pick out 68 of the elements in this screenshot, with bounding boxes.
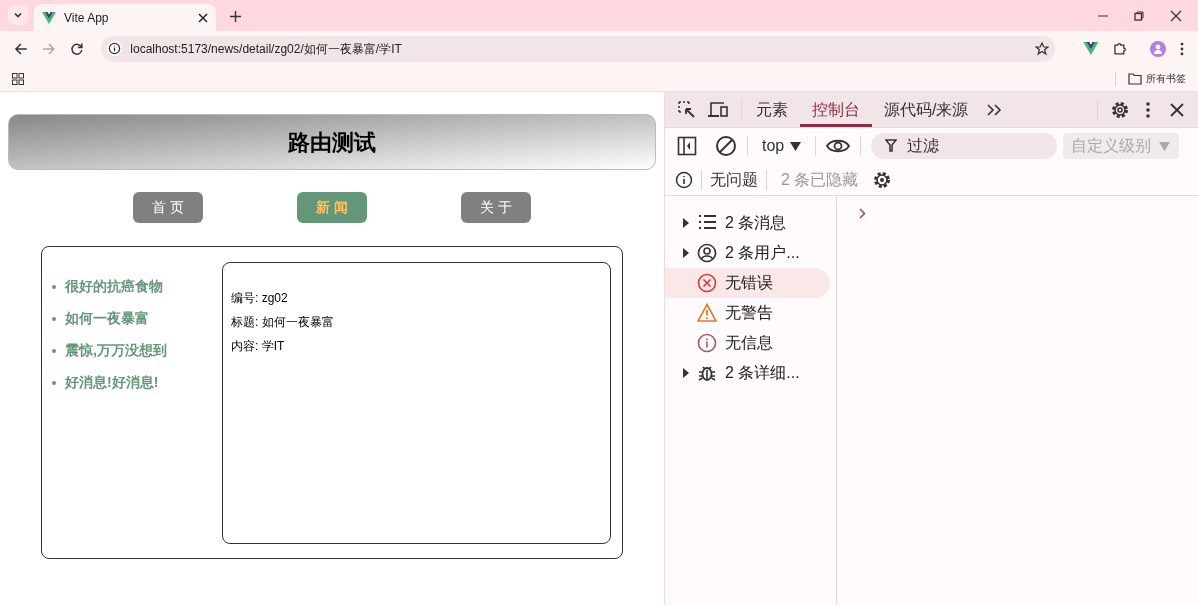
filter-field[interactable]: 过滤 [871, 133, 1058, 159]
tab-title: Vite App [64, 9, 110, 27]
bullet-icon [52, 380, 56, 385]
puzzle-icon[interactable] [1112, 41, 1127, 56]
expand-arrow-icon[interactable] [683, 368, 689, 378]
bullet-icon [52, 316, 56, 321]
apps-grid-icon[interactable] [12, 72, 24, 85]
tab-menu-button[interactable] [8, 5, 28, 25]
chevron-down-icon [13, 10, 23, 20]
hidden-count: 2 条已隐藏 [781, 169, 859, 190]
issues-link[interactable]: 无问题 [710, 167, 758, 192]
reload-icon[interactable] [69, 41, 84, 56]
filter-icon [885, 139, 898, 153]
new-tab-icon[interactable] [230, 11, 241, 22]
url-text: localhost:5173/news/detail/zg02/如何一夜暴富/学IT [130, 40, 403, 58]
more-icon[interactable] [1146, 101, 1150, 118]
back-icon[interactable] [14, 41, 28, 56]
close-icon[interactable] [1170, 102, 1184, 117]
info-icon [697, 333, 717, 353]
dropdown-arrow-icon [1159, 141, 1171, 151]
bookmarks-label[interactable]: 所有书签 [1146, 71, 1186, 86]
v-logo-icon [42, 11, 56, 24]
profile-avatar[interactable] [1150, 40, 1167, 57]
devtools-tab[interactable]: 源代码/来源 [872, 92, 981, 127]
devtools-tab[interactable]: 控制台 [800, 92, 872, 127]
more-icon[interactable] [1180, 41, 1184, 56]
clear-icon[interactable] [715, 135, 737, 157]
close-icon[interactable] [1170, 9, 1182, 22]
bug-icon [697, 363, 717, 383]
close-icon[interactable] [198, 12, 208, 23]
browser-tab[interactable]: Vite App [34, 4, 216, 31]
warning-icon [697, 303, 717, 323]
nav-link[interactable]: 首 页 [133, 192, 203, 223]
info-icon[interactable] [675, 170, 693, 189]
star-icon[interactable] [1034, 41, 1049, 56]
user-circle-icon [697, 243, 717, 263]
sidebar-item[interactable]: 2 条消息 [665, 208, 830, 238]
eye-icon[interactable] [826, 138, 851, 154]
folder-icon[interactable] [1128, 72, 1142, 85]
sidebar-toggle-icon[interactable] [677, 136, 697, 156]
person-icon [1154, 43, 1163, 54]
expand-arrow-icon[interactable] [683, 218, 689, 228]
sidebar-item[interactable]: 无警告 [665, 298, 830, 328]
nav-link[interactable]: 关 于 [461, 192, 531, 223]
sidebar-item[interactable]: 2 条用户... [665, 238, 830, 268]
expand-arrow-icon[interactable] [683, 248, 689, 258]
sidebar-item[interactable]: 2 条详细... [665, 358, 830, 388]
settings-icon[interactable] [872, 169, 893, 190]
v-logo-icon[interactable] [1082, 42, 1099, 55]
inspect-icon[interactable] [677, 99, 697, 120]
devtools-tab[interactable]: 元素 [744, 92, 800, 127]
bullet-icon [52, 348, 56, 353]
sidebar-item[interactable]: 无信息 [665, 328, 830, 358]
detail-line: 标题: 如何一夜暴富 [231, 314, 335, 331]
address-bar[interactable]: localhost:5173/news/detail/zg02/如何一夜暴富/学IT [101, 35, 1055, 62]
settings-icon[interactable] [1110, 99, 1130, 120]
dropdown-arrow-icon [790, 141, 802, 151]
page-header: 路由测试 [8, 114, 656, 170]
sidebar-item[interactable]: 无错误 [665, 268, 830, 298]
detail-line: 编号: zg02 [231, 290, 289, 307]
prompt-chevron-icon [859, 208, 866, 219]
restore-icon[interactable] [1134, 10, 1144, 21]
error-icon [697, 273, 717, 293]
detail-line: 内容: 学IT [231, 338, 286, 355]
device-toolbar-icon[interactable] [707, 100, 729, 119]
info-icon[interactable] [107, 41, 123, 56]
context-selector[interactable]: top [758, 134, 806, 158]
bullet-icon [52, 284, 56, 289]
